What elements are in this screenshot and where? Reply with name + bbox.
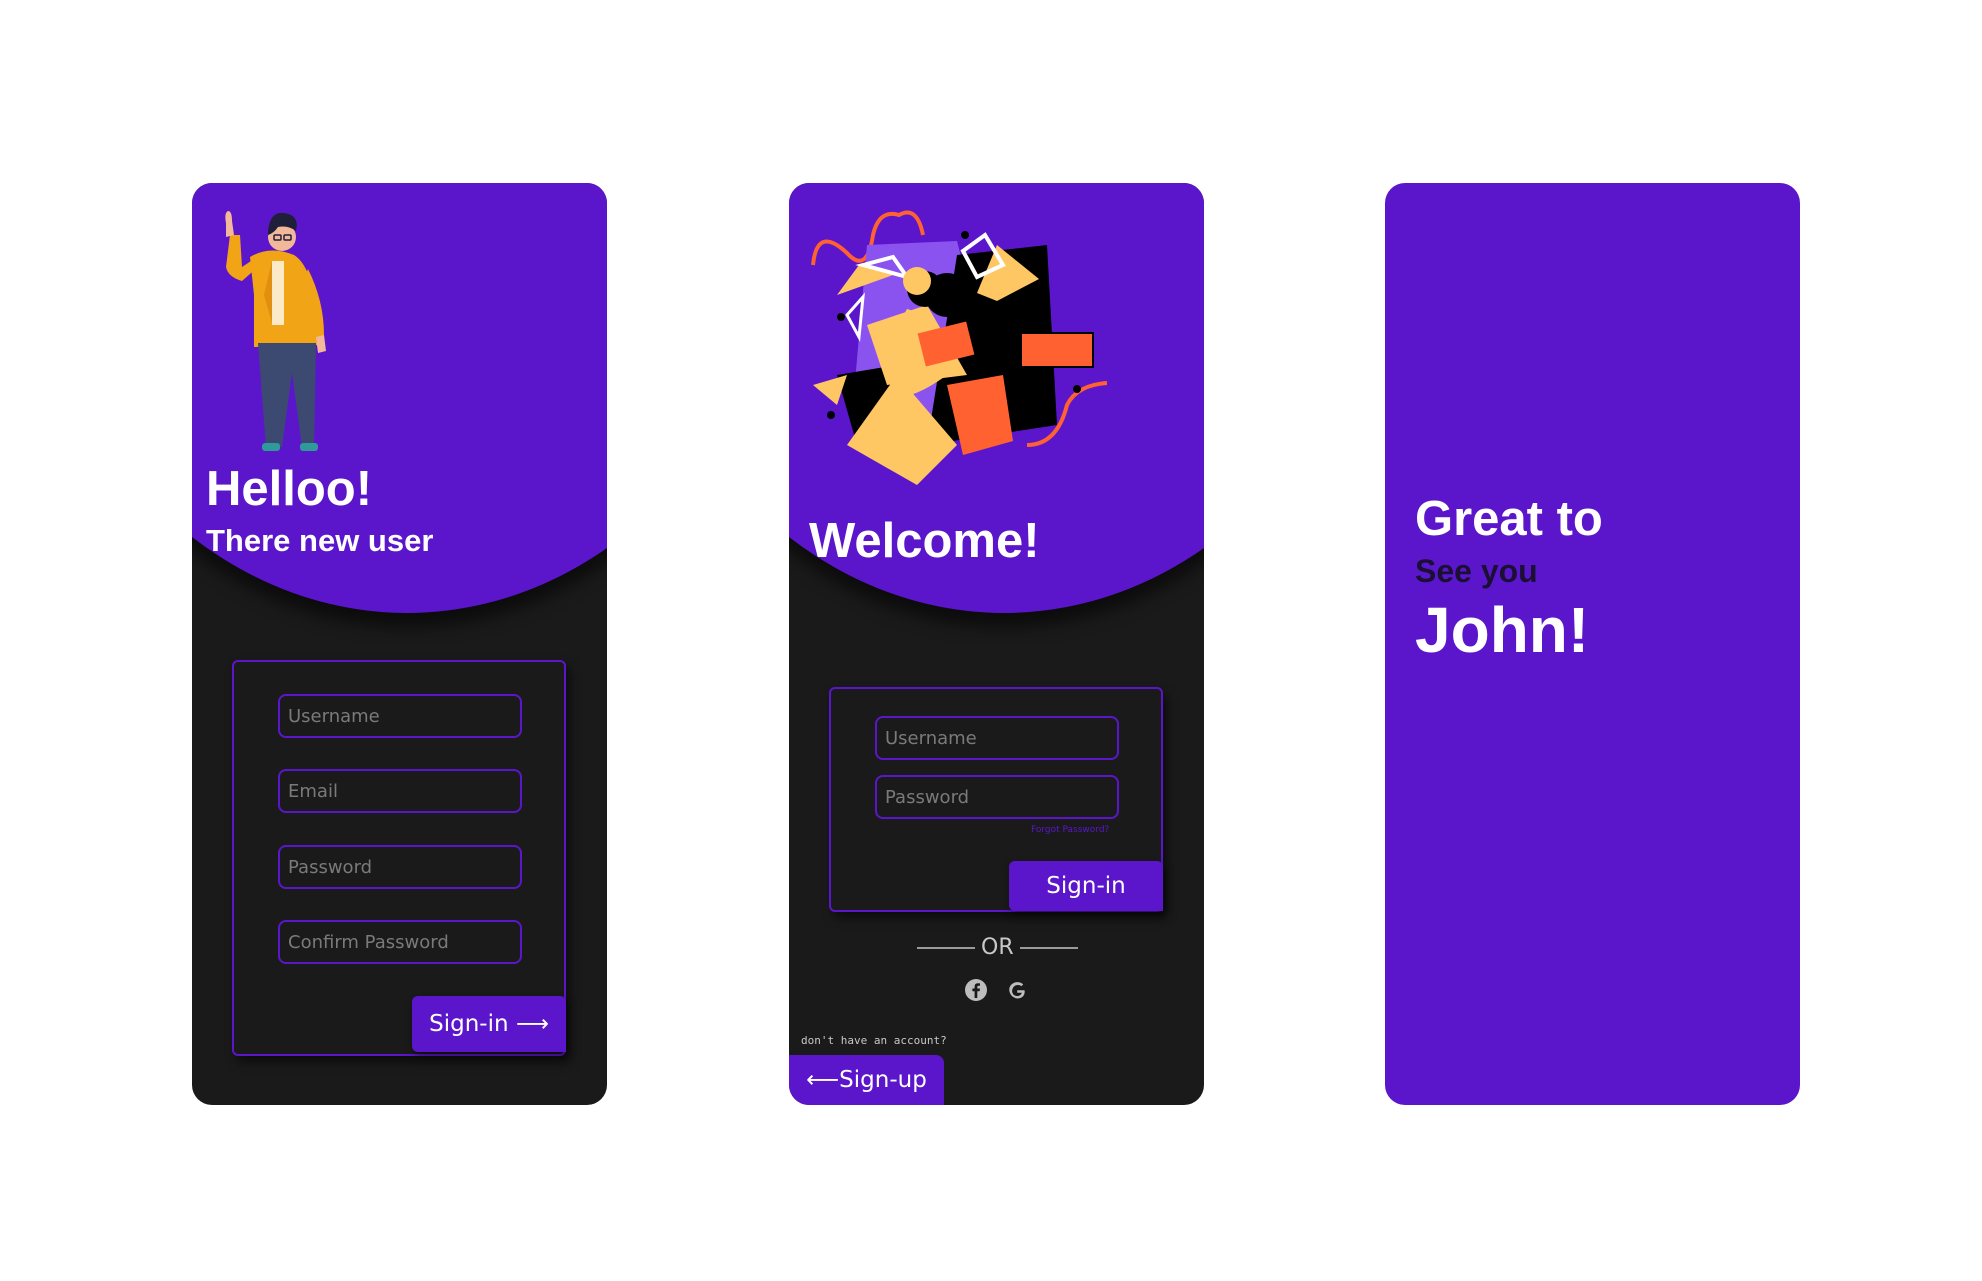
- sign-in-button[interactable]: Sign-in ⟶: [412, 996, 566, 1052]
- forgot-password-link[interactable]: Forgot Password?: [1031, 825, 1109, 835]
- sign-in-button[interactable]: Sign-in: [1009, 861, 1163, 911]
- password-field[interactable]: [278, 845, 522, 889]
- divider-line: [917, 946, 975, 949]
- password-field[interactable]: [875, 775, 1119, 819]
- google-icon[interactable]: [1005, 978, 1029, 1002]
- no-account-text: don't have an account?: [801, 1034, 947, 1047]
- page-subtitle: There new user: [206, 523, 434, 558]
- or-label: OR: [981, 935, 1014, 960]
- username-field[interactable]: [278, 694, 522, 738]
- facebook-icon[interactable]: [964, 978, 988, 1002]
- abstract-shapes-person-icon: [811, 210, 1107, 485]
- signup-form: Sign-in ⟶: [232, 660, 566, 1056]
- divider-line: [1019, 946, 1078, 949]
- greeting-line-2: See you: [1415, 553, 1538, 589]
- sign-up-button[interactable]: ⟵Sign-up: [789, 1055, 944, 1105]
- signup-card: Helloo! There new user Sign-in ⟶: [192, 183, 607, 1105]
- waving-person-icon: [225, 211, 326, 451]
- greeting-line-3: John!: [1415, 594, 1590, 666]
- greeting-card: Great to See you John!: [1385, 183, 1800, 1105]
- confirm-password-field[interactable]: [278, 920, 522, 964]
- signin-card: Welcome! Forgot Password? Sign-in OR don…: [789, 183, 1204, 1105]
- greeting-line-1: Great to: [1415, 492, 1603, 546]
- page-title: Welcome!: [809, 514, 1040, 568]
- or-divider: OR: [917, 935, 1078, 960]
- page-title: Helloo!: [206, 462, 373, 516]
- username-field[interactable]: [875, 716, 1119, 760]
- signin-form: Forgot Password? Sign-in: [829, 687, 1163, 912]
- email-field[interactable]: [278, 769, 522, 813]
